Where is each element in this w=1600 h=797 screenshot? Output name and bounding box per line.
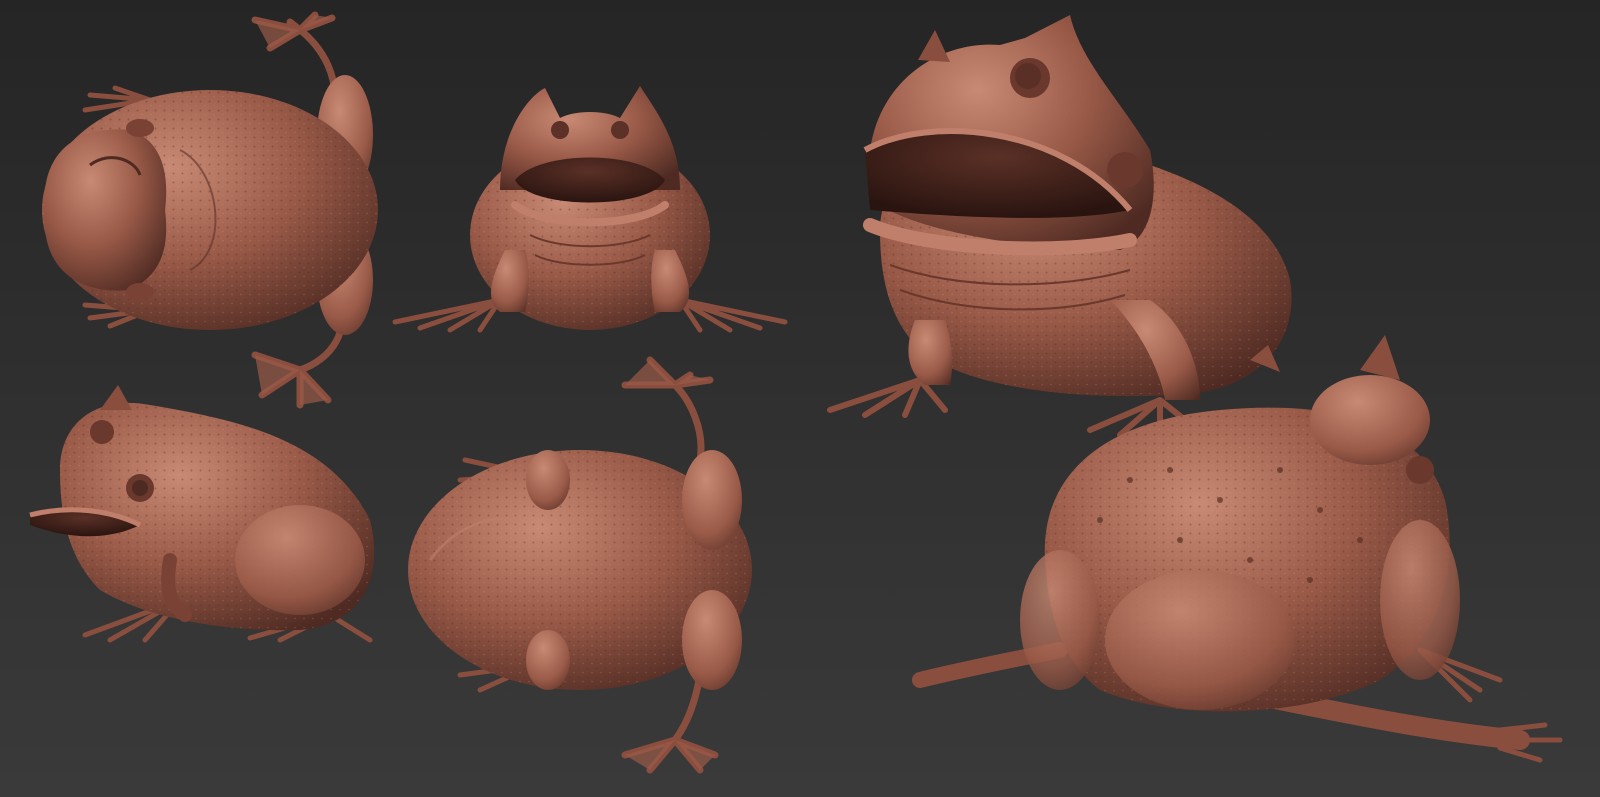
render-canvas: [0, 0, 1600, 797]
sculpt-render: [0, 0, 1600, 797]
